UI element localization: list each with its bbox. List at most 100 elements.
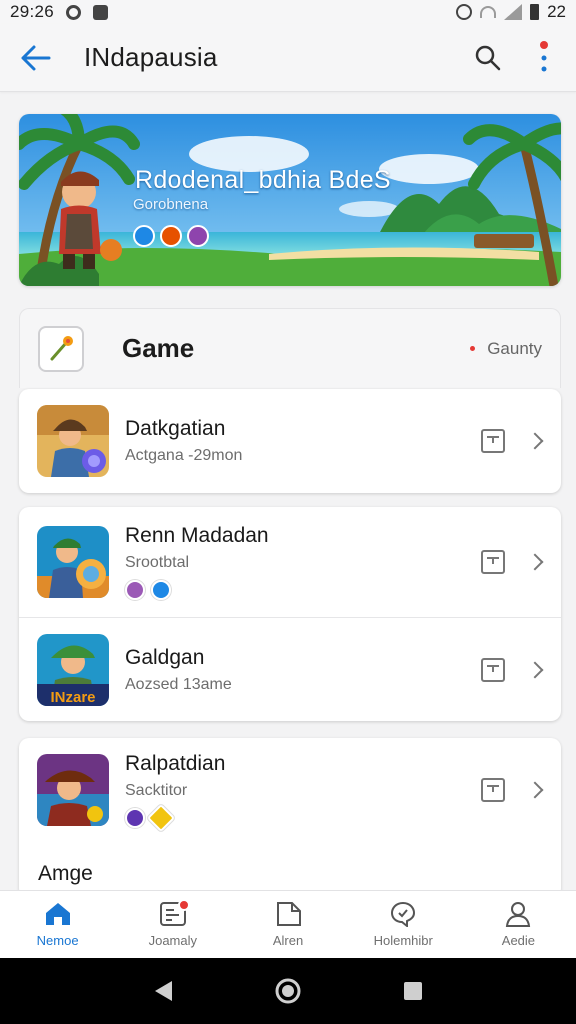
circle-home-icon [275,978,301,1004]
game-subtitle: Actgana -29mon [125,447,243,464]
system-home-button[interactable] [268,971,308,1011]
nav-alren[interactable]: Alren [230,891,345,958]
row-actions [481,550,549,574]
banner-subtitle: Gorobnena [133,196,209,213]
row-actions [481,429,549,453]
game-tags [125,803,225,833]
system-back-button[interactable] [143,971,183,1011]
banner-illustration [19,114,561,286]
badge-purple-icon [187,225,209,247]
app-bar: INdapausia [0,24,576,92]
system-recents-button[interactable] [393,971,433,1011]
game-text: Ralpatdian Sacktitor [125,752,226,833]
banner-title: Rdodenal_bdhia BdeS [135,166,391,194]
next-section-label: Amge [38,862,93,885]
game-thumbnail: INzare [37,633,109,706]
sync-status-icon [66,4,82,20]
game-art-adventurer [37,405,109,477]
game-row[interactable]: Ralpatdian Sacktitor [19,738,561,842]
status-right: 22 [456,2,566,22]
nav-profile[interactable]: Aedie [461,891,576,958]
game-text: Galdgan Aozsed 13ame [125,646,232,694]
game-subtitle: Aozsed 13ame [125,675,232,693]
nav-home[interactable]: Nemoe [0,891,115,958]
nav-journal[interactable]: Joamaly [115,891,230,958]
game-text: Renn Madadan Srootbtal [125,524,269,600]
game-tags [125,580,269,600]
game-art-warrior [37,526,109,598]
section-filter[interactable]: Gaunty [470,339,542,359]
status-time: 29:26 [10,2,55,21]
battery-icon [530,4,540,20]
game-card-3: Ralpatdian Sacktitor [19,738,561,898]
section-filter-label: Gaunty [487,338,542,358]
nav-holemhibr[interactable]: Holemhibr [346,891,461,958]
game-name: Renn Madadan [125,524,269,547]
nav-label: Holemhibr [373,933,433,948]
section-header: Game Gaunty [19,308,561,388]
tag-blue-icon [151,580,171,600]
back-button[interactable] [0,24,72,92]
section-icon [38,325,84,372]
system-navigation [0,958,576,1024]
square-recents-icon [404,982,423,1000]
badge-orange-icon [160,225,182,247]
page-title: INdapausia [84,42,218,72]
chevron-right-icon[interactable] [526,781,544,799]
alarm-icon [456,4,473,20]
game-thumbnail [37,754,109,826]
game-row[interactable]: INzare Galdgan Aozsed 13ame [19,617,561,721]
app-bar-actions [460,30,576,86]
wifi-icon [480,6,497,18]
chevron-right-icon[interactable] [526,553,544,571]
more-options-button[interactable] [516,30,572,86]
star-icon [146,803,176,833]
details-icon[interactable] [481,657,505,682]
game-name: Ralpatdian [125,752,226,775]
section-title: Game [122,333,195,363]
game-row[interactable]: Datkgatian Actgana -29mon [19,389,561,493]
chevron-right-icon[interactable] [526,661,544,678]
details-icon[interactable] [481,550,505,574]
chat-icon [391,901,416,927]
document-icon [277,902,301,926]
filter-dot-icon [470,346,476,351]
arrow-left-icon [21,45,51,70]
notification-dot [178,899,191,911]
nav-label: Alren [272,933,304,948]
bottom-navigation: Nemoe Joamaly Alren Holemhibr Aedie [0,890,576,958]
image-status-icon [93,4,109,20]
nav-label: Joamaly [148,933,198,948]
search-button[interactable] [460,30,516,86]
tag-purple-icon [125,580,145,600]
game-subtitle: Srootbtal [125,554,190,571]
row-actions [481,778,549,802]
game-subtitle: Sacktitor [125,782,188,799]
badge-blue-icon [133,225,155,247]
details-icon[interactable] [481,429,505,453]
tag-purple-icon [125,808,145,828]
search-icon [475,45,501,70]
row-actions [481,657,549,682]
signal-icon [504,4,523,20]
home-icon [45,903,70,925]
game-thumbnail [37,405,109,477]
game-art-ranger: INzare [37,633,109,706]
game-name: Galdgan [125,645,205,669]
more-vert-icon [540,40,548,71]
game-thumbnail [37,526,109,598]
triangle-back-icon [154,981,172,1001]
chevron-right-icon[interactable] [526,432,544,450]
profile-icon [506,902,531,927]
game-art-label: INzare [50,689,95,706]
wand-icon [50,335,73,360]
game-row[interactable]: Renn Madadan Srootbtal [19,507,561,617]
details-icon[interactable] [481,778,505,802]
game-text: Datkgatian Actgana -29mon [125,417,242,465]
status-bar: 29:26 22 [0,0,576,24]
game-art-cowboy [37,754,109,826]
featured-banner[interactable]: Rdodenal_bdhia BdeS Gorobnena [19,114,561,286]
game-name: Datkgatian [125,417,226,440]
status-number: 22 [547,2,566,21]
game-card-1: Datkgatian Actgana -29mon [19,389,561,493]
